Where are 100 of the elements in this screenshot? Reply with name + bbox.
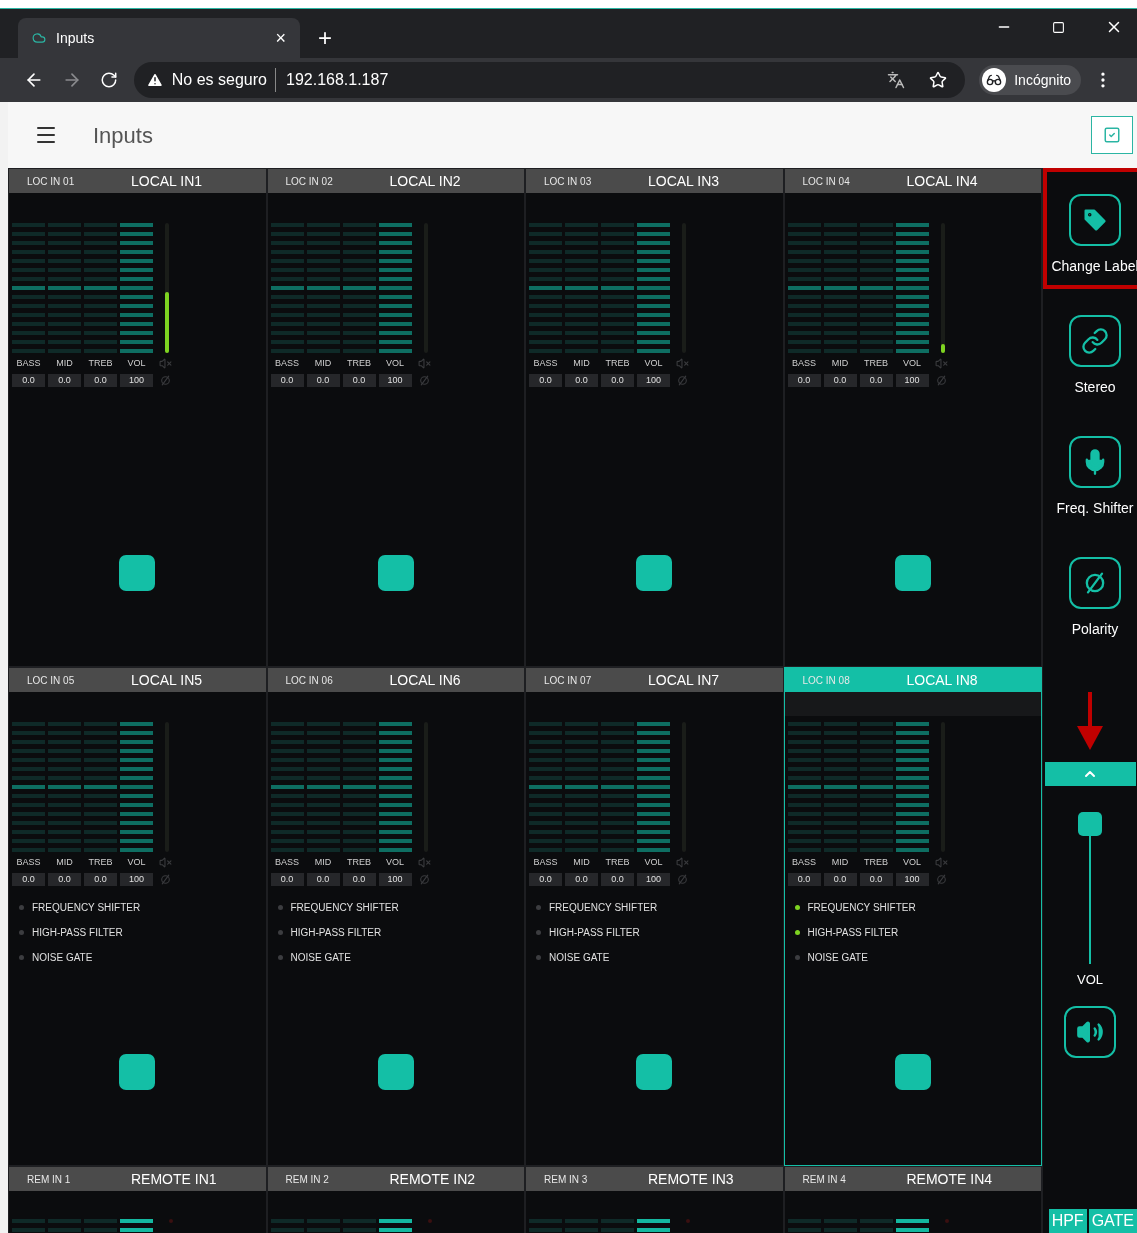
band-label: MID xyxy=(55,856,74,869)
signal-led xyxy=(944,1219,949,1223)
band-label: BASS xyxy=(15,856,42,869)
band-value: 0.0 xyxy=(565,373,598,387)
effect-label: HIGH-PASS FILTER xyxy=(32,925,123,940)
band-label: BASS xyxy=(274,856,300,869)
channel-card[interactable]: LOC IN 04 LOCAL IN4 BASS MID TREB VOL 0.0 0.0 0.0 100 xyxy=(783,168,1042,667)
channel-name: LOCAL IN1 xyxy=(131,171,203,191)
band-label: TREB xyxy=(346,357,372,370)
fader-thumb[interactable] xyxy=(636,1054,673,1090)
star-icon[interactable] xyxy=(929,71,948,89)
volume-slider-track[interactable] xyxy=(1078,812,1102,964)
level-bar-column xyxy=(529,1219,562,1232)
band-value: 100 xyxy=(120,373,153,387)
signal-led xyxy=(686,1219,690,1223)
channel-card[interactable]: LOC IN 07 LOCAL IN7 BASS MID TREB VOL 0.0 0.0 0.0 100 FREQUENCY SHIFTER HIGH-PASS FILTER NOISE GATE xyxy=(525,667,784,1166)
channel-short-label: REM IN 4 xyxy=(802,1172,847,1187)
sidebar-action-button[interactable]: Polarity xyxy=(1043,531,1137,652)
volume-slider-thumb[interactable] xyxy=(1078,812,1102,836)
channel-card[interactable]: REM IN 3 REMOTE IN3 xyxy=(525,1166,784,1233)
channel-header[interactable]: LOC IN 05 LOCAL IN5 xyxy=(9,668,266,692)
channel-card[interactable]: LOC IN 06 LOCAL IN6 BASS MID TREB VOL 0.0 0.0 0.0 100 FREQUENCY SHIFTER HIGH-PASS FILTER NOISE GATE xyxy=(266,667,525,1166)
fader-thumb[interactable] xyxy=(377,1054,414,1090)
channel-header[interactable]: LOC IN 04 LOCAL IN4 xyxy=(784,169,1041,193)
channel-header[interactable]: LOC IN 02 LOCAL IN2 xyxy=(267,169,524,193)
band-value: 0.0 xyxy=(565,872,598,886)
translate-icon[interactable] xyxy=(887,71,906,89)
reload-icon[interactable] xyxy=(99,71,118,89)
channel-name: REMOTE IN4 xyxy=(906,1169,993,1189)
effect-label: NOISE GATE xyxy=(290,950,351,965)
channel-header[interactable]: LOC IN 03 LOCAL IN3 xyxy=(526,169,783,193)
level-bar-column xyxy=(787,1219,821,1232)
fader-thumb[interactable] xyxy=(119,1054,156,1090)
band-label: VOL xyxy=(643,357,664,370)
band-value: 0.0 xyxy=(859,872,893,886)
fader-thumb[interactable] xyxy=(894,555,931,591)
band-label: VOL xyxy=(385,357,405,370)
channel-name: LOCAL IN6 xyxy=(389,670,461,690)
band-value: 100 xyxy=(378,373,412,387)
channel-card[interactable]: REM IN 1 REMOTE IN1 xyxy=(8,1166,267,1233)
band-value: 0.0 xyxy=(12,373,45,387)
effect-label: NOISE GATE xyxy=(549,950,610,965)
channel-header[interactable]: LOC IN 07 LOCAL IN7 xyxy=(526,668,783,692)
level-bar-column xyxy=(601,1219,634,1232)
band-value: 0.0 xyxy=(342,872,376,886)
channel-short-label: LOC IN 07 xyxy=(544,673,593,688)
channel-card[interactable]: LOC IN 01 LOCAL IN1 BASS MID TREB VOL 0.0 0.0 0.0 100 xyxy=(8,168,267,667)
band-value: 0.0 xyxy=(270,373,304,387)
fader-thumb[interactable] xyxy=(894,1054,931,1090)
channel-card[interactable]: REM IN 4 REMOTE IN4 xyxy=(783,1166,1042,1233)
band-label: BASS xyxy=(791,357,817,370)
sidebar-action-button[interactable]: Freq. Shifter xyxy=(1043,410,1137,531)
level-bar-column xyxy=(565,1219,598,1232)
band-value: 0.0 xyxy=(601,373,634,387)
fader-thumb[interactable] xyxy=(636,555,673,591)
sidebar-action-button[interactable]: Stereo xyxy=(1043,289,1137,410)
fader-thumb[interactable] xyxy=(377,555,414,591)
band-label: MID xyxy=(313,357,333,370)
channel-card[interactable]: LOC IN 02 LOCAL IN2 BASS MID TREB VOL 0.0 0.0 0.0 100 xyxy=(266,168,525,667)
channel-header[interactable]: REM IN 1 REMOTE IN1 xyxy=(9,1167,266,1191)
sidebar-action-button[interactable]: Change Label xyxy=(1043,168,1137,289)
band-value: 0.0 xyxy=(787,872,821,886)
maximize-icon[interactable] xyxy=(1052,20,1065,34)
channel-header[interactable]: REM IN 4 REMOTE IN4 xyxy=(784,1167,1041,1191)
channel-name: REMOTE IN2 xyxy=(389,1169,476,1189)
fader-thumb[interactable] xyxy=(119,555,156,591)
channel-card[interactable]: REM IN 2 REMOTE IN2 xyxy=(266,1166,525,1233)
channel-card[interactable]: LOC IN 03 LOCAL IN3 BASS MID TREB VOL 0.0 0.0 0.0 100 xyxy=(525,168,784,667)
channel-card[interactable]: LOC IN 08 LOCAL IN8 BASS MID TREB VOL 0.0 0.0 0.0 100 FREQUENCY SHIFTER HIGH-PASS FILTER NOISE GATE xyxy=(783,667,1042,1166)
browser-tab[interactable]: Inputs × xyxy=(18,18,300,58)
channel-header[interactable]: LOC IN 01 LOCAL IN1 xyxy=(9,169,266,193)
channel-short-label: LOC IN 06 xyxy=(285,673,334,688)
band-label: TREB xyxy=(863,357,889,370)
channel-card[interactable]: LOC IN 05 LOCAL IN5 BASS MID TREB VOL 0.0 0.0 0.0 100 FREQUENCY SHIFTER HIGH-PASS FILTER NOISE GATE xyxy=(8,667,267,1166)
band-value: 0.0 xyxy=(823,872,857,886)
band-value: 100 xyxy=(895,373,929,387)
band-label: VOL xyxy=(126,357,147,370)
confirm-button[interactable] xyxy=(1091,116,1133,154)
channel-name: LOCAL IN3 xyxy=(648,171,720,191)
band-label: VOL xyxy=(902,357,922,370)
channel-header[interactable]: REM IN 3 REMOTE IN3 xyxy=(526,1167,783,1191)
channel-short-label: LOC IN 08 xyxy=(802,673,851,688)
band-label: BASS xyxy=(532,856,559,869)
effect-badge: HPF xyxy=(1048,1209,1087,1233)
band-value: 0.0 xyxy=(84,872,117,886)
band-value: 0.0 xyxy=(787,373,821,387)
address-bar[interactable]: No es seguro 192.168.1.187 xyxy=(133,62,966,98)
profile-button[interactable]: Incógnito xyxy=(979,65,1082,95)
channel-header[interactable]: REM IN 2 REMOTE IN2 xyxy=(267,1167,524,1191)
band-label: MID xyxy=(313,856,333,869)
speaker-button[interactable] xyxy=(1064,1005,1116,1058)
site-icon xyxy=(32,31,46,45)
tag-icon xyxy=(1081,206,1109,234)
band-value: 0.0 xyxy=(529,872,562,886)
effect-label: FREQUENCY SHIFTER xyxy=(549,900,658,915)
level-bar-column xyxy=(120,1219,153,1232)
channel-header[interactable]: LOC IN 06 LOCAL IN6 xyxy=(267,668,524,692)
tab-close-button[interactable]: × xyxy=(275,24,286,52)
level-bar-column xyxy=(342,1219,376,1232)
new-tab-button[interactable]: + xyxy=(318,26,332,50)
